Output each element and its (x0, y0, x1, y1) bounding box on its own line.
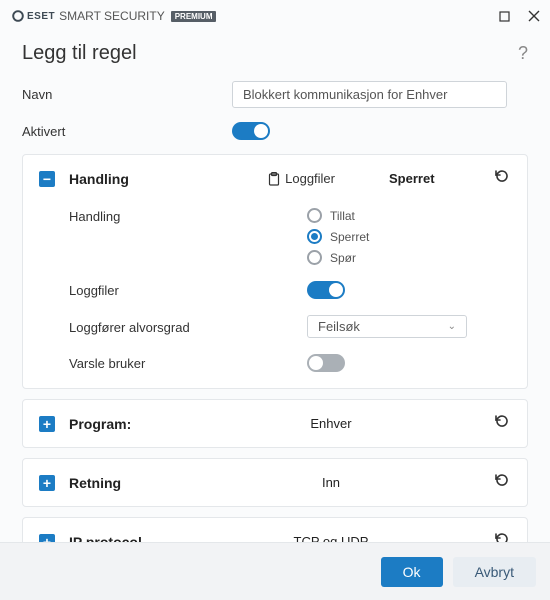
expand-icon[interactable]: + (39, 475, 55, 491)
radio-block[interactable]: Sperret (307, 229, 511, 244)
action-radio-group: Tillat Sperret Spør (307, 208, 511, 265)
chevron-down-icon: ⌄ (448, 321, 456, 332)
panel-handling-title: Handling (69, 171, 199, 187)
name-input[interactable] (232, 81, 507, 108)
clipboard-icon (267, 172, 281, 186)
panel-handling-body: Handling Tillat Sperret Spør Loggfiler L… (39, 208, 511, 372)
product-name: SMART SECURITY (59, 9, 165, 23)
panel-direction-value: Inn (183, 475, 479, 490)
severity-value: Feilsøk (318, 319, 360, 334)
log-toggle-label: Loggfiler (39, 282, 307, 298)
titlebar: eset SMART SECURITY PREMIUM (0, 0, 550, 28)
brand-area: eset SMART SECURITY PREMIUM (12, 9, 216, 23)
help-icon[interactable]: ? (518, 43, 528, 64)
radio-allow[interactable]: Tillat (307, 208, 511, 223)
panel-handling: − Handling Loggfiler Sperret Handling Ti… (22, 154, 528, 389)
enabled-label: Aktivert (22, 124, 232, 139)
close-button[interactable] (526, 8, 542, 24)
panel-direction: + Retning Inn (22, 458, 528, 507)
name-row: Navn (22, 81, 528, 108)
reset-direction-button[interactable] (493, 471, 511, 494)
panel-program-value: Enhver (183, 416, 479, 431)
panel-program-title: Program: (69, 416, 169, 432)
product-badge: PREMIUM (171, 11, 217, 22)
page-header: Legg til regel ? (0, 28, 550, 81)
reset-handling-button[interactable] (493, 167, 511, 190)
notify-label: Varsle bruker (39, 355, 307, 371)
panel-handling-value: Sperret (389, 171, 479, 186)
panel-handling-header: − Handling Loggfiler Sperret (39, 167, 511, 190)
page-title: Legg til regel (22, 42, 137, 65)
severity-label: Loggfører alvorsgrad (39, 319, 307, 335)
name-label: Navn (22, 87, 232, 102)
panel-program: + Program: Enhver (22, 399, 528, 448)
content-area: Navn Aktivert − Handling Loggfiler Sperr… (0, 81, 550, 553)
collapse-icon[interactable]: − (39, 171, 55, 187)
brand-logo: eset (12, 10, 55, 22)
log-toggle[interactable] (307, 281, 345, 299)
radio-ask[interactable]: Spør (307, 250, 511, 265)
reset-program-button[interactable] (493, 412, 511, 435)
notify-toggle[interactable] (307, 354, 345, 372)
logfiles-link[interactable]: Loggfiler (267, 171, 335, 186)
enabled-row: Aktivert (22, 122, 528, 140)
logfiles-link-label: Loggfiler (285, 171, 335, 186)
panel-direction-title: Retning (69, 475, 169, 491)
severity-select[interactable]: Feilsøk ⌄ (307, 315, 467, 338)
enabled-toggle[interactable] (232, 122, 270, 140)
expand-icon[interactable]: + (39, 416, 55, 432)
footer: Ok Avbryt (0, 542, 550, 600)
maximize-button[interactable] (496, 8, 512, 24)
cancel-button[interactable]: Avbryt (453, 557, 536, 587)
ok-button[interactable]: Ok (381, 557, 443, 587)
window-controls (496, 8, 542, 24)
action-label: Handling (39, 208, 307, 224)
